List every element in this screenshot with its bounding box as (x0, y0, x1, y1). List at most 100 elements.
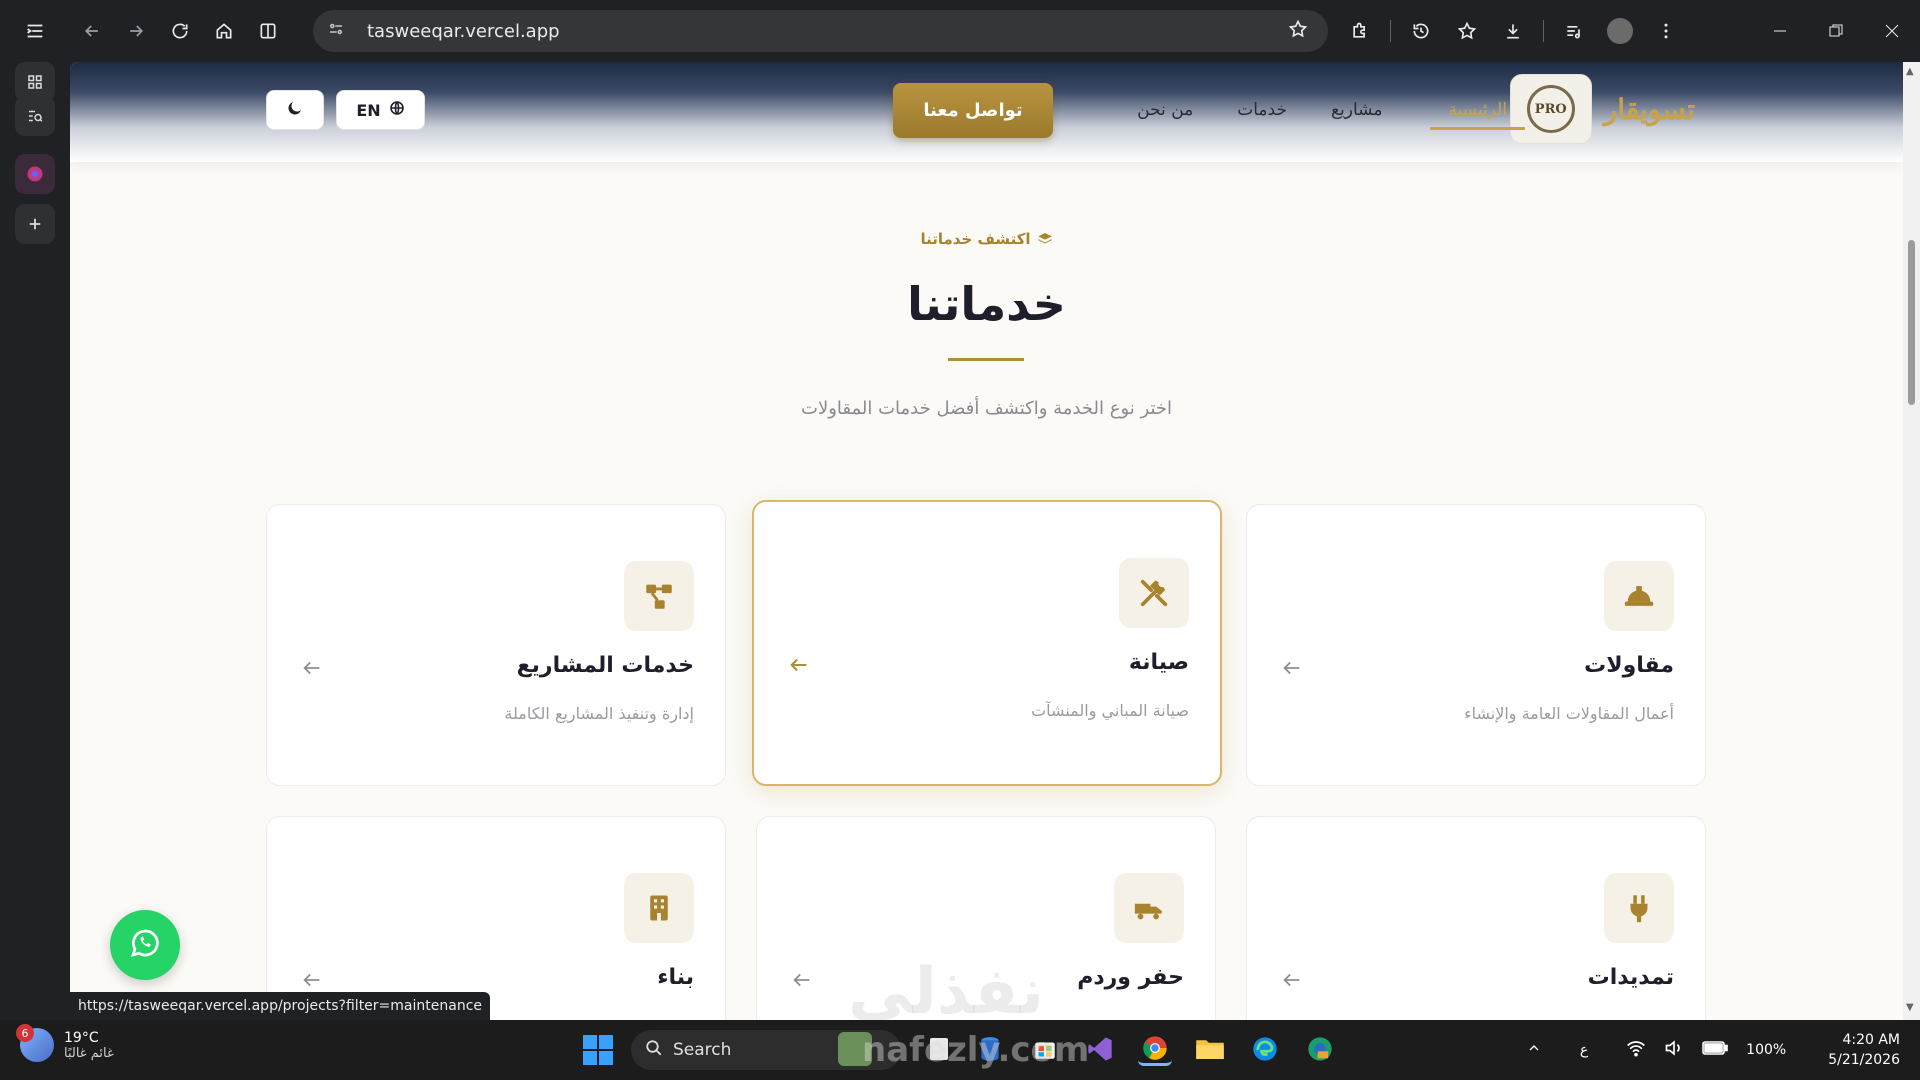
window-controls (1752, 0, 1920, 62)
input-language[interactable]: ع (1580, 1042, 1588, 1058)
weather-widget[interactable]: 6 19°C غائم غالبًا (16, 1024, 114, 1062)
title-underline (948, 358, 1024, 361)
theme-toggle-button[interactable] (266, 90, 324, 130)
chevron-up-icon[interactable] (1526, 1040, 1542, 1060)
system-tray: ع 100% 4:20 AM 5/21/2026 (1526, 1020, 1900, 1080)
edge-dev-icon[interactable] (1303, 1032, 1337, 1066)
page-scrollbar[interactable]: ▲ ▼ (1903, 62, 1920, 1020)
arrow-left-icon[interactable] (1275, 651, 1309, 685)
contact-button[interactable]: تواصل معنا (893, 83, 1053, 138)
favorites-icon[interactable] (1447, 11, 1487, 51)
project-diagram-icon (624, 561, 694, 631)
bookmark-star-icon[interactable] (1288, 19, 1328, 44)
nav-home[interactable]: الرئيسية (1430, 90, 1525, 130)
nav-about[interactable]: من نحن (1119, 90, 1211, 130)
browser-tools (1340, 0, 1686, 62)
service-card-project-services[interactable]: خدمات المشاريع إدارة وتنفيذ المشاريع الك… (266, 504, 726, 786)
nav-services[interactable]: خدمات (1219, 90, 1305, 130)
scroll-down-icon[interactable]: ▼ (1906, 1002, 1914, 1013)
wifi-icon[interactable] (1626, 1039, 1646, 1061)
arrow-left-icon[interactable] (1275, 963, 1309, 997)
card-title: مقاولات (1584, 653, 1674, 678)
scroll-up-icon[interactable]: ▲ (1906, 66, 1914, 77)
site-header: PRO تسويقار الرئيسية مشاريع خدمات من نحن… (70, 62, 1903, 162)
arrow-left-icon[interactable] (295, 651, 329, 685)
card-title: خدمات المشاريع (516, 653, 694, 678)
service-card-maintenance[interactable]: صيانة صيانة المباني والمنشآت (752, 500, 1222, 786)
browser-side-rail (0, 62, 70, 1020)
truck-icon (1114, 873, 1184, 943)
card-title: صيانة (1128, 650, 1189, 675)
sidebar-toggle-icon[interactable] (0, 0, 70, 62)
menu-dots-icon[interactable] (1646, 11, 1686, 51)
file-explorer-icon[interactable] (1193, 1032, 1227, 1066)
section-title: خدماتنا (907, 277, 1066, 331)
arrow-left-icon[interactable] (782, 648, 816, 682)
search-icon (645, 1039, 663, 1062)
service-card-construction[interactable]: بناء (266, 816, 726, 1020)
card-title: بناء (657, 965, 694, 990)
toolbar-divider (1390, 20, 1391, 42)
split-view-icon[interactable] (246, 9, 290, 53)
card-description: إدارة وتنفيذ المشاريع الكاملة (504, 704, 694, 723)
site-info-icon[interactable] (327, 20, 353, 43)
main-nav: الرئيسية مشاريع خدمات من نحن (1111, 90, 1525, 130)
extensions-icon[interactable] (1340, 11, 1380, 51)
chrome-icon[interactable] (1138, 1032, 1172, 1066)
status-bar-url: https://tasweeqar.vercel.app/projects?fi… (70, 992, 491, 1020)
edge-icon[interactable] (1248, 1032, 1282, 1066)
reload-icon[interactable] (158, 9, 202, 53)
forward-icon[interactable] (114, 9, 158, 53)
scroll-thumb[interactable] (1908, 240, 1915, 405)
language-label: EN (356, 100, 381, 120)
card-description: أعمال المقاولات العامة والإنشاء (1464, 704, 1674, 723)
brand[interactable]: PRO تسويقار (1509, 74, 1695, 144)
temperature: 19°C (64, 1029, 99, 1046)
watermark-latin: nafezly.com (862, 1030, 1090, 1070)
language-button[interactable]: EN (336, 90, 425, 130)
watermark-arabic: نفذلي (848, 955, 1044, 1029)
building-icon (624, 873, 694, 943)
tools-icon (1119, 558, 1189, 628)
hard-hat-icon (1604, 561, 1674, 631)
history-icon[interactable] (1401, 11, 1441, 51)
whatsapp-button[interactable] (110, 910, 180, 980)
media-control-icon[interactable] (1554, 11, 1594, 51)
restore-icon[interactable] (1808, 0, 1864, 62)
card-title: حفر وردم (1077, 965, 1184, 990)
card-description: صيانة المباني والمنشآت (1031, 701, 1189, 720)
battery-icon[interactable] (1702, 1040, 1728, 1060)
home-icon[interactable] (202, 9, 246, 53)
back-icon[interactable] (70, 9, 114, 53)
add-icon[interactable] (15, 204, 55, 244)
clock[interactable]: 4:20 AM 5/21/2026 (1828, 1030, 1900, 1070)
app-shortcut-icon[interactable] (15, 154, 55, 194)
volume-icon[interactable] (1664, 1039, 1684, 1061)
whatsapp-icon (127, 925, 163, 965)
download-icon[interactable] (1493, 11, 1533, 51)
url-text[interactable]: tasweeqar.vercel.app (367, 21, 1288, 42)
nav-projects[interactable]: مشاريع (1313, 90, 1400, 130)
battery-percentage: 100% (1746, 1042, 1787, 1058)
arrow-left-icon[interactable] (785, 963, 819, 997)
weather-cloud-icon: 6 (16, 1024, 54, 1062)
plug-icon (1604, 873, 1674, 943)
brand-name: تسويقار (1603, 92, 1695, 126)
card-title: تمديدات (1587, 965, 1674, 990)
minimize-icon[interactable] (1752, 0, 1808, 62)
address-bar[interactable]: tasweeqar.vercel.app (313, 10, 1328, 52)
service-card-installations[interactable]: تمديدات (1246, 816, 1706, 1020)
close-icon[interactable] (1864, 0, 1920, 62)
search-label: Search (673, 1040, 732, 1060)
tab-search-icon[interactable] (15, 96, 55, 136)
section-subtitle: اختر نوع الخدمة واكتشف أفضل خدمات المقاو… (801, 398, 1172, 419)
profile-avatar[interactable] (1600, 11, 1640, 51)
toolbar-divider (1543, 20, 1544, 42)
moon-icon (286, 99, 304, 121)
eyebrow-text: اكتشف خدماتنا (920, 230, 1031, 248)
globe-icon (389, 100, 405, 120)
service-card-contracting[interactable]: مقاولات أعمال المقاولات العامة والإنشاء (1246, 504, 1706, 786)
clock-date: 5/21/2026 (1828, 1052, 1900, 1068)
logo-text: PRO (1526, 85, 1575, 133)
windows-start-icon[interactable] (583, 1035, 613, 1065)
